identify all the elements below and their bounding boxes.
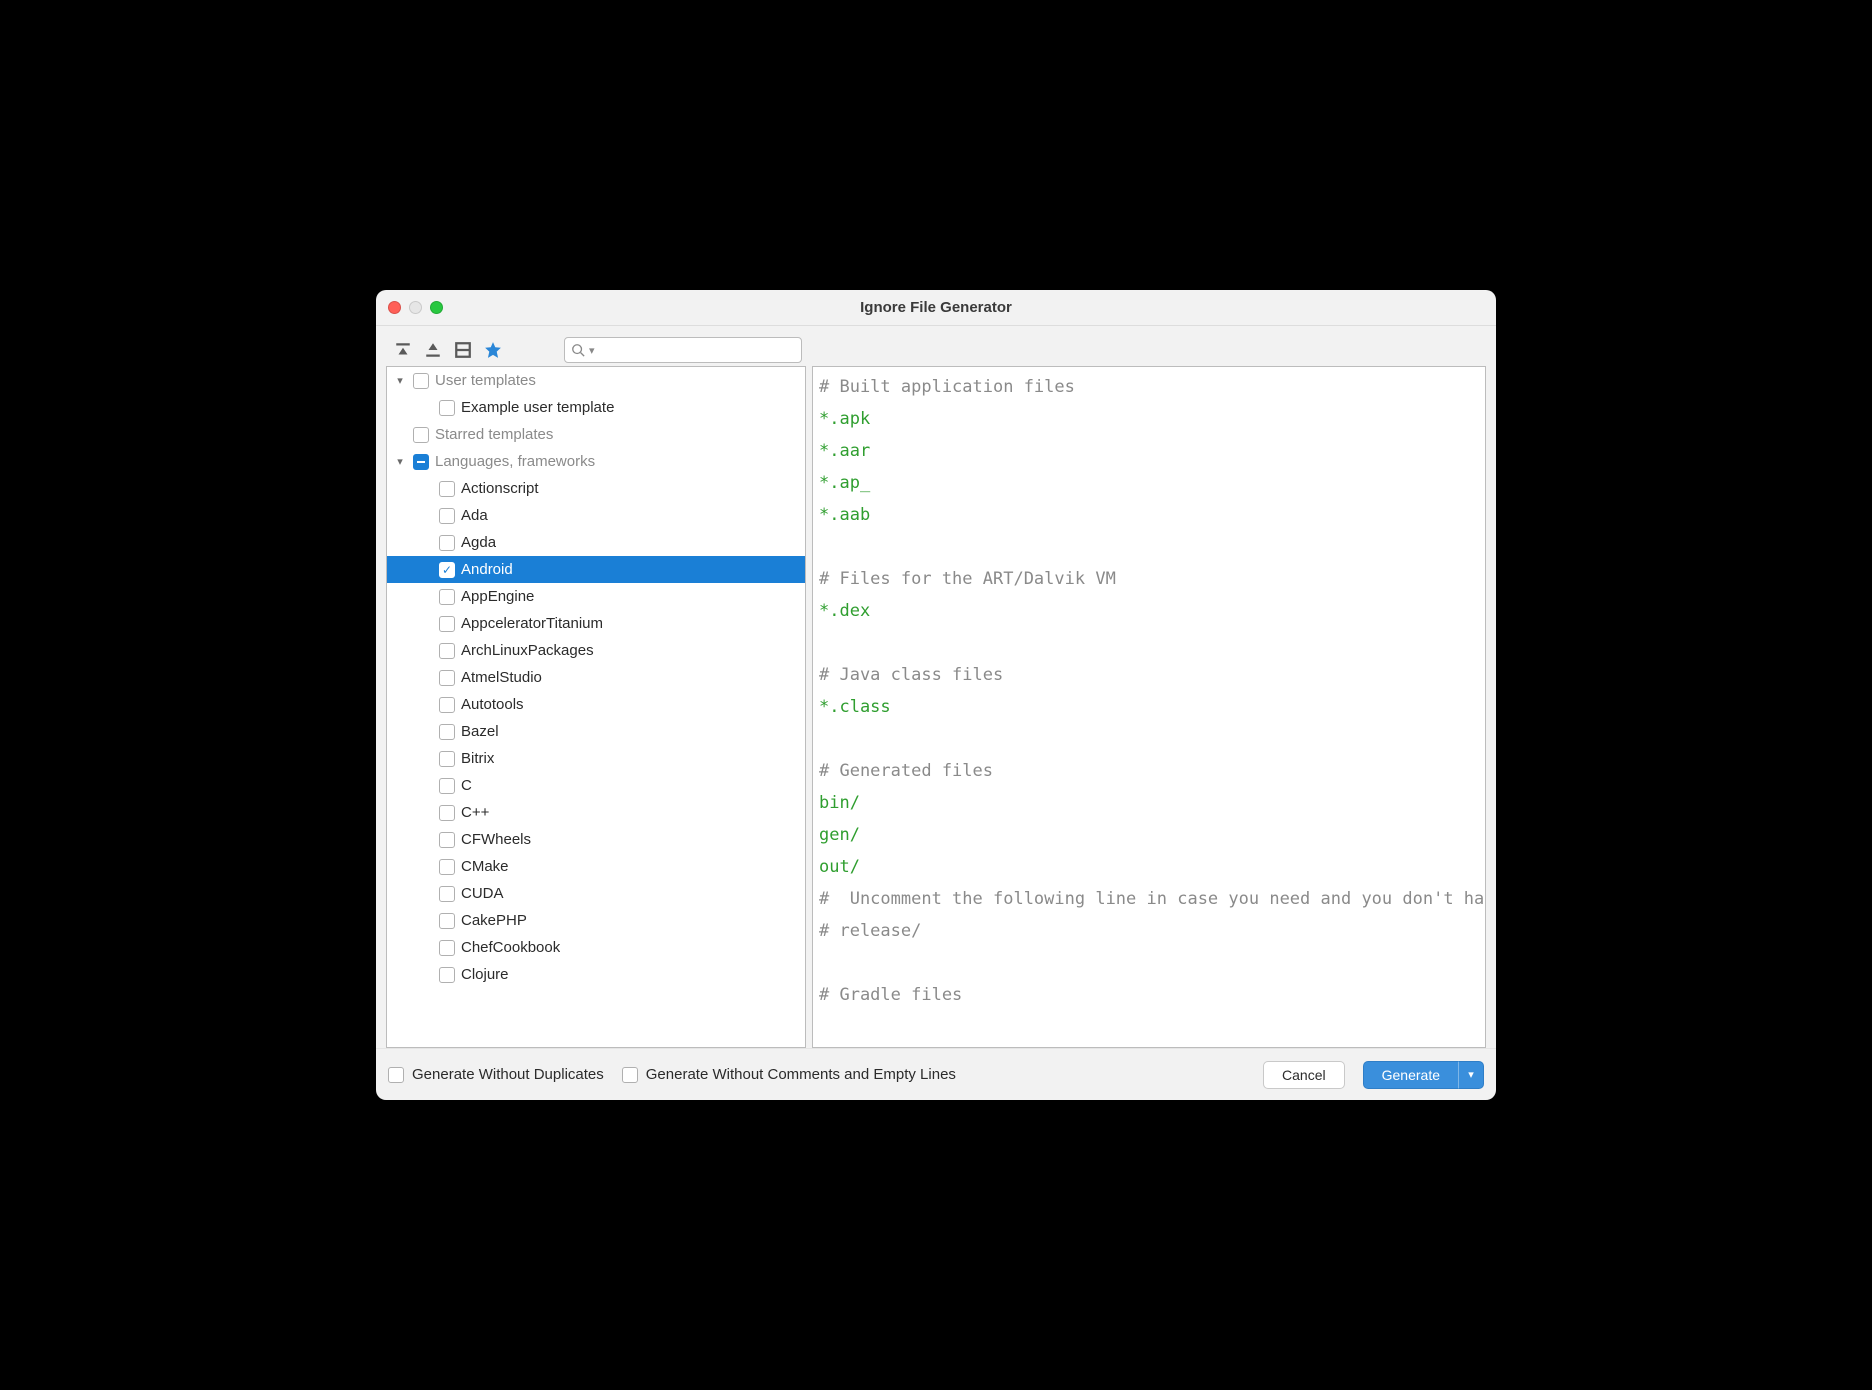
templates-tree[interactable]: ▾ User templates Example user template S… <box>386 366 806 1048</box>
tree-label: Autotools <box>461 696 524 713</box>
tree-group-languages[interactable]: ▾ Languages, frameworks <box>387 448 805 475</box>
tree-item-agda[interactable]: Agda <box>387 529 805 556</box>
tree-view-icon[interactable] <box>454 341 472 359</box>
chevron-down-icon[interactable]: ▾ <box>393 455 407 468</box>
checkbox[interactable] <box>439 481 455 497</box>
search-input[interactable] <box>599 343 795 358</box>
checkbox[interactable] <box>439 751 455 767</box>
checkbox[interactable] <box>439 508 455 524</box>
tree-label: User templates <box>435 372 536 389</box>
cancel-button[interactable]: Cancel <box>1263 1061 1345 1089</box>
tree-label: Actionscript <box>461 480 539 497</box>
checkbox-indeterminate[interactable] <box>413 454 429 470</box>
search-icon <box>571 343 585 357</box>
checkbox[interactable] <box>439 805 455 821</box>
tree-label: Bitrix <box>461 750 494 767</box>
tree-item-chefcookbook[interactable]: ChefCookbook <box>387 934 805 961</box>
checkbox[interactable] <box>622 1067 638 1083</box>
tree-item-atmelstudio[interactable]: AtmelStudio <box>387 664 805 691</box>
checkbox[interactable] <box>413 427 429 443</box>
checkbox[interactable] <box>439 535 455 551</box>
checkbox[interactable] <box>439 859 455 875</box>
tree-item-appengine[interactable]: AppEngine <box>387 583 805 610</box>
star-icon[interactable] <box>484 341 502 359</box>
tree-item-cfwheels[interactable]: CFWheels <box>387 826 805 853</box>
tree-label: Ada <box>461 507 488 524</box>
templates-pane: ▾ ▾ User templates Example user template <box>386 334 806 1048</box>
dialog-footer: Generate Without Duplicates Generate Wit… <box>376 1048 1496 1100</box>
checkbox[interactable] <box>439 643 455 659</box>
tree-item-bazel[interactable]: Bazel <box>387 718 805 745</box>
generate-dropdown-button[interactable] <box>1458 1061 1484 1089</box>
templates-toolbar: ▾ <box>386 334 806 366</box>
tree-label: Android <box>461 561 513 578</box>
tree-item-android[interactable]: Android <box>387 556 805 583</box>
option-label: Generate Without Comments and Empty Line… <box>646 1066 956 1083</box>
tree-label: Clojure <box>461 966 509 983</box>
titlebar: Ignore File Generator <box>376 290 1496 326</box>
checkbox[interactable] <box>439 886 455 902</box>
tree-item-cakephp[interactable]: CakePHP <box>387 907 805 934</box>
chevron-down-icon[interactable]: ▾ <box>393 374 407 387</box>
option-without-duplicates[interactable]: Generate Without Duplicates <box>388 1066 604 1083</box>
tree-label: Agda <box>461 534 496 551</box>
tree-item-archlinuxpackages[interactable]: ArchLinuxPackages <box>387 637 805 664</box>
tree-label: Starred templates <box>435 426 553 443</box>
tree-label: ArchLinuxPackages <box>461 642 594 659</box>
dialog-window: Ignore File Generator ▾ ▾ <box>376 290 1496 1100</box>
tree-label: AtmelStudio <box>461 669 542 686</box>
tree-item-cpp[interactable]: C++ <box>387 799 805 826</box>
checkbox[interactable] <box>439 967 455 983</box>
checkbox[interactable] <box>439 724 455 740</box>
tree-label: Languages, frameworks <box>435 453 595 470</box>
tree-label: CFWheels <box>461 831 531 848</box>
checkbox[interactable] <box>439 913 455 929</box>
checkbox[interactable] <box>439 562 455 578</box>
checkbox[interactable] <box>439 616 455 632</box>
checkbox[interactable] <box>388 1067 404 1083</box>
tree-group-starred-templates[interactable]: Starred templates <box>387 421 805 448</box>
checkbox[interactable] <box>439 589 455 605</box>
tree-label: AppceleratorTitanium <box>461 615 603 632</box>
tree-label: Bazel <box>461 723 499 740</box>
window-title: Ignore File Generator <box>376 299 1496 316</box>
tree-item-ada[interactable]: Ada <box>387 502 805 529</box>
expand-all-icon[interactable] <box>394 341 412 359</box>
tree-group-user-templates[interactable]: ▾ User templates <box>387 367 805 394</box>
preview-pane[interactable]: # Built application files *.apk *.aar *.… <box>812 366 1486 1048</box>
content-area: ▾ ▾ User templates Example user template <box>376 326 1496 1048</box>
option-without-comments[interactable]: Generate Without Comments and Empty Line… <box>622 1066 956 1083</box>
search-dropdown-icon[interactable]: ▾ <box>589 344 595 357</box>
tree-item-clojure[interactable]: Clojure <box>387 961 805 988</box>
tree-item-autotools[interactable]: Autotools <box>387 691 805 718</box>
option-label: Generate Without Duplicates <box>412 1066 604 1083</box>
tree-item-actionscript[interactable]: Actionscript <box>387 475 805 502</box>
collapse-all-icon[interactable] <box>424 341 442 359</box>
tree-item-bitrix[interactable]: Bitrix <box>387 745 805 772</box>
checkbox[interactable] <box>439 940 455 956</box>
checkbox[interactable] <box>439 778 455 794</box>
tree-item-c[interactable]: C <box>387 772 805 799</box>
tree-item-cmake[interactable]: CMake <box>387 853 805 880</box>
checkbox[interactable] <box>439 400 455 416</box>
tree-label: CMake <box>461 858 509 875</box>
tree-label: C++ <box>461 804 489 821</box>
tree-item-example-template[interactable]: Example user template <box>387 394 805 421</box>
tree-label: CUDA <box>461 885 504 902</box>
tree-item-appceleratortitanium[interactable]: AppceleratorTitanium <box>387 610 805 637</box>
checkbox[interactable] <box>439 670 455 686</box>
search-field[interactable]: ▾ <box>564 337 802 363</box>
tree-label: ChefCookbook <box>461 939 560 956</box>
tree-label: CakePHP <box>461 912 527 929</box>
tree-label: C <box>461 777 472 794</box>
checkbox[interactable] <box>439 832 455 848</box>
tree-item-cuda[interactable]: CUDA <box>387 880 805 907</box>
tree-label: AppEngine <box>461 588 534 605</box>
generate-button[interactable]: Generate <box>1363 1061 1458 1089</box>
checkbox[interactable] <box>439 697 455 713</box>
tree-label: Example user template <box>461 399 614 416</box>
ignore-file-preview: # Built application files *.apk *.aar *.… <box>813 367 1486 1015</box>
checkbox[interactable] <box>413 373 429 389</box>
